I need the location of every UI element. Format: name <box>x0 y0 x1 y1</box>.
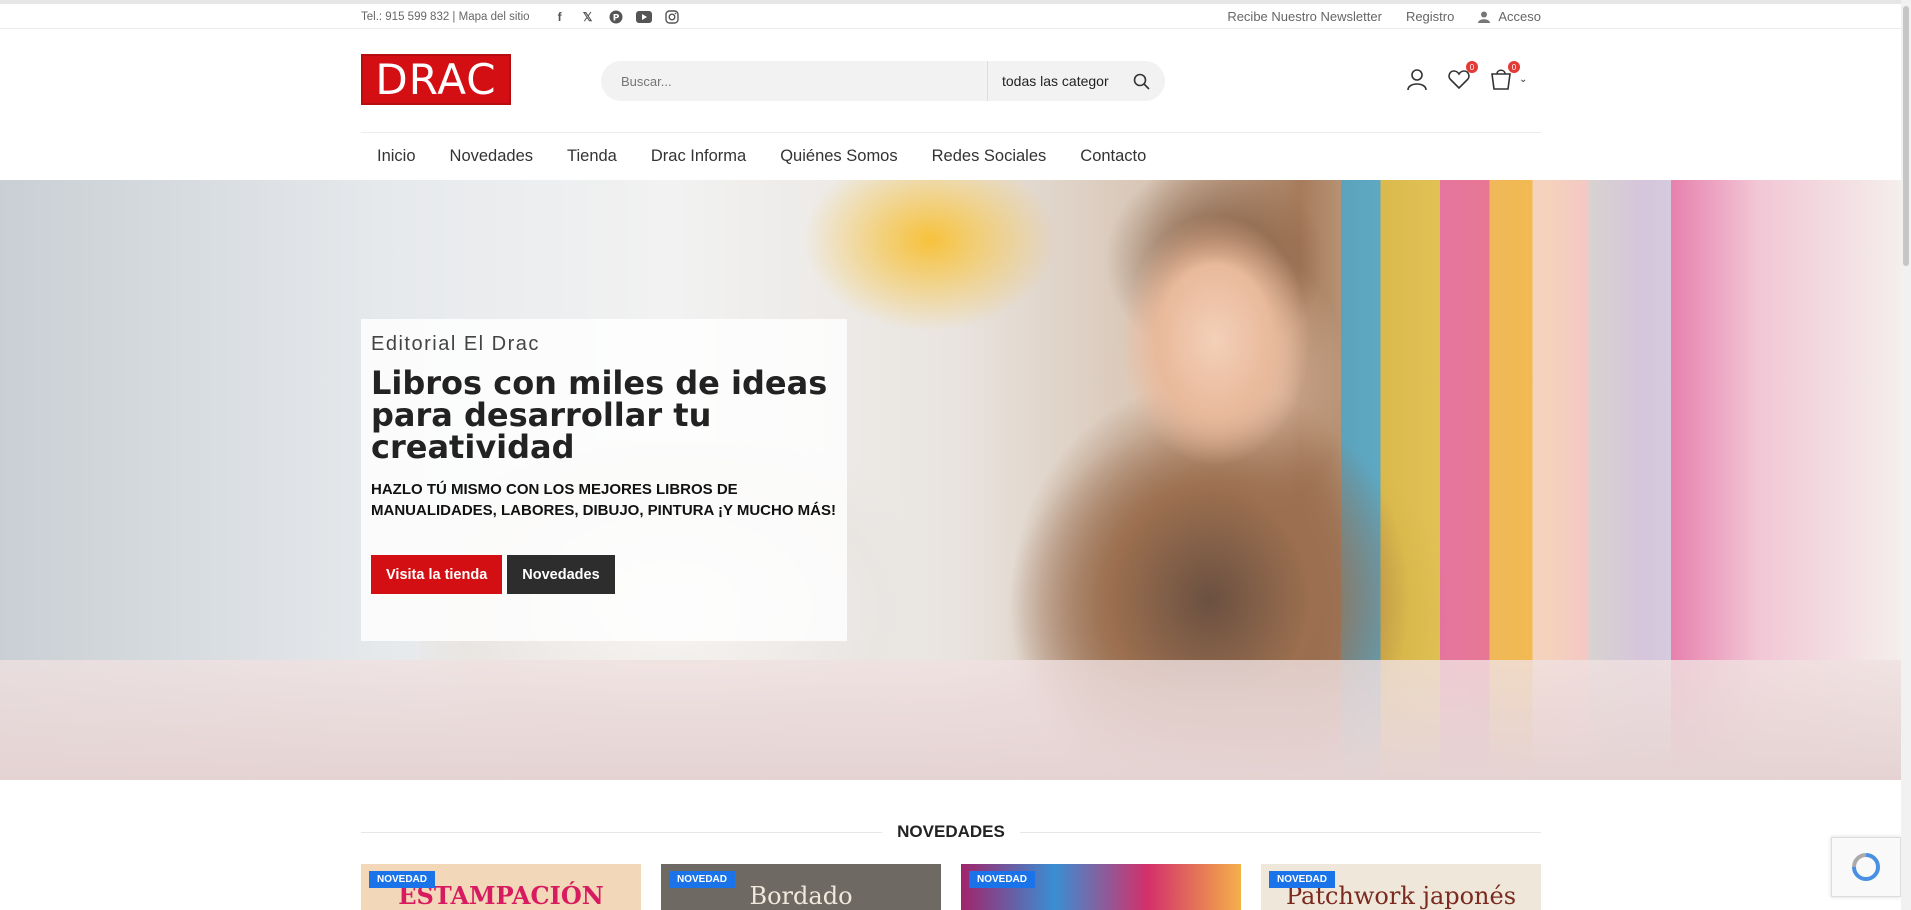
main-nav: Inicio Novedades Tienda Drac Informa Qui… <box>361 132 1541 180</box>
newsletter-link[interactable]: Recibe Nuestro Newsletter <box>1227 9 1382 24</box>
product-tag: NOVEDAD <box>369 871 436 888</box>
hero-kicker: Editorial El Drac <box>371 333 540 355</box>
recaptcha-icon <box>1852 853 1880 881</box>
svg-text:P: P <box>612 13 619 23</box>
search-input[interactable] <box>601 61 987 101</box>
youtube-icon[interactable] <box>635 9 652 25</box>
pinterest-icon[interactable]: P <box>608 9 624 25</box>
product-card[interactable]: NOVEDAD ESTAMPACIÓN <box>361 864 641 910</box>
nav-item-novedades[interactable]: Novedades <box>450 147 533 166</box>
chevron-down-icon[interactable]: ⌄ <box>1519 74 1527 85</box>
user-icon <box>1478 11 1491 23</box>
cart-count-badge: 0 <box>1508 61 1520 73</box>
nav-item-tienda[interactable]: Tienda <box>567 147 617 166</box>
visit-store-button[interactable]: Visita la tienda <box>371 555 503 594</box>
register-link[interactable]: Registro <box>1406 9 1454 24</box>
login-label: Acceso <box>1498 9 1541 24</box>
product-grid: NOVEDAD ESTAMPACIÓN NOVEDAD Bordado NOVE… <box>361 864 1541 910</box>
page-scrollbar[interactable] <box>1901 0 1911 910</box>
recaptcha-badge[interactable] <box>1831 837 1901 897</box>
user-icon <box>1407 69 1427 91</box>
search-button[interactable] <box>1117 61 1165 101</box>
nav-item-contacto[interactable]: Contacto <box>1080 147 1146 166</box>
cart-button[interactable]: 0 <box>1489 61 1520 91</box>
nav-item-drac-informa[interactable]: Drac Informa <box>651 147 746 166</box>
category-select[interactable]: todas las categor <box>987 61 1117 101</box>
hero-card: Editorial El Drac Libros con miles de id… <box>361 319 847 641</box>
scrollbar-thumb[interactable] <box>1903 6 1909 266</box>
section-title: NOVEDADES <box>882 822 1020 842</box>
header: DRAC todas las categor 0 0 ⌄ <box>0 29 1911 132</box>
product-tag: NOVEDAD <box>969 871 1036 888</box>
top-bar: Tel.: 915 599 832 | Mapa del sitio f 𝕏 P… <box>0 0 1911 29</box>
site-logo[interactable]: DRAC <box>361 54 511 105</box>
facebook-icon[interactable]: f <box>552 9 568 25</box>
hero-title: Libros con miles de ideas para desarroll… <box>371 364 828 466</box>
nav-item-quienes-somos[interactable]: Quiénes Somos <box>780 147 897 166</box>
product-card[interactable]: NOVEDAD Bordado <box>661 864 941 910</box>
product-tag: NOVEDAD <box>669 871 736 888</box>
social-links: f 𝕏 P <box>552 9 680 25</box>
login-link[interactable]: Acceso <box>1478 9 1541 24</box>
novedades-button[interactable]: Novedades <box>507 555 615 594</box>
product-card[interactable]: NOVEDAD Patchwork japonés <box>1261 864 1541 910</box>
hero-subtitle: HAZLO TÚ MISMO CON LOS MEJORES LIBROS DE… <box>371 481 837 519</box>
account-button[interactable] <box>1405 67 1429 91</box>
wishlist-count-badge: 0 <box>1466 61 1478 73</box>
hero-table <box>0 660 1911 780</box>
product-tag: NOVEDAD <box>1269 871 1336 888</box>
search-bar: todas las categor <box>601 61 1165 101</box>
wishlist-button[interactable]: 0 <box>1447 61 1478 91</box>
instagram-icon[interactable] <box>664 9 680 25</box>
contact-info[interactable]: Tel.: 915 599 832 | Mapa del sitio <box>361 11 530 23</box>
logo-text: DRAC <box>375 55 497 104</box>
product-card[interactable]: NOVEDAD <box>961 864 1241 910</box>
hero-banner <box>0 180 1911 780</box>
header-icons: 0 0 ⌄ <box>1405 61 1527 91</box>
x-icon[interactable]: 𝕏 <box>580 9 596 25</box>
novedades-section-header: NOVEDADES <box>361 820 1541 844</box>
search-icon <box>1133 73 1150 90</box>
nav-item-redes-sociales[interactable]: Redes Sociales <box>932 147 1047 166</box>
nav-item-inicio[interactable]: Inicio <box>377 147 416 166</box>
